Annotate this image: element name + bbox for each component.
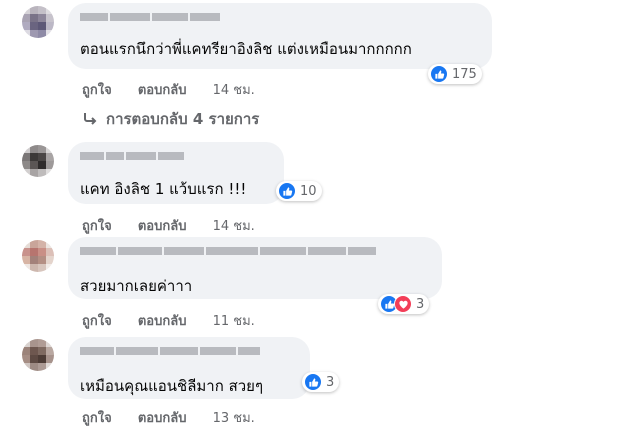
comment-time[interactable]: 14 ชม. bbox=[213, 219, 255, 234]
comment-bubble: ตอนแรกนึกว่าพี่แคทรียาอิงลิช แต่งเหมือนม… bbox=[68, 3, 492, 69]
avatar[interactable] bbox=[22, 6, 54, 38]
reaction-count: 3 bbox=[416, 296, 425, 312]
reaction-summary[interactable]: 3 bbox=[302, 372, 340, 392]
comment-actions: ถูกใจ ตอบกลับ 11 ชม. bbox=[82, 310, 277, 331]
comment-2: แคท อิงลิช 1 แว้บแรก !!! 10 ถูกใจ ตอบกลั… bbox=[0, 138, 624, 238]
reaction-summary[interactable]: 175 bbox=[428, 64, 482, 84]
reaction-count: 3 bbox=[326, 374, 335, 390]
comment-4: เหมือนคุณแอนชิลีมาก สวยๆ 3 ถูกใจ ตอบกลับ… bbox=[0, 333, 624, 433]
comment-1: ตอนแรกนึกว่าพี่แคทรียาอิงลิช แต่งเหมือนม… bbox=[0, 0, 624, 100]
blurred-author-name bbox=[80, 347, 262, 357]
like-button[interactable]: ถูกใจ bbox=[82, 411, 112, 426]
like-button[interactable]: ถูกใจ bbox=[82, 314, 112, 329]
comment-3: สวยมากเลยค่าาา 3 ถูกใจ ตอบกลับ 11 ชม. bbox=[0, 233, 624, 333]
comment-bubble: สวยมากเลยค่าาา bbox=[68, 237, 442, 299]
comment-actions: ถูกใจ ตอบกลับ 14 ชม. bbox=[82, 79, 277, 100]
reply-button[interactable]: ตอบกลับ bbox=[138, 219, 187, 234]
comment-text: แคท อิงลิช 1 แว้บแรก !!! bbox=[80, 180, 247, 198]
comment-text: ตอนแรกนึกว่าพี่แคทรียาอิงลิช แต่งเหมือนม… bbox=[80, 40, 412, 58]
reply-button[interactable]: ตอบกลับ bbox=[138, 83, 187, 98]
comment-text: เหมือนคุณแอนชิลีมาก สวยๆ bbox=[80, 377, 264, 395]
comment-actions: ถูกใจ ตอบกลับ 13 ชม. bbox=[82, 407, 277, 428]
thumbs-up-icon bbox=[304, 373, 322, 391]
blurred-author-name bbox=[80, 247, 378, 257]
comment-time[interactable]: 14 ชม. bbox=[213, 83, 255, 98]
avatar[interactable] bbox=[22, 145, 54, 177]
avatar[interactable] bbox=[22, 339, 54, 371]
like-button[interactable]: ถูกใจ bbox=[82, 219, 112, 234]
reply-button[interactable]: ตอบกลับ bbox=[138, 314, 187, 329]
reaction-count: 175 bbox=[452, 66, 477, 82]
view-replies-label: การตอบกลับ 4 รายการ bbox=[106, 110, 260, 128]
thumbs-up-icon bbox=[430, 65, 448, 83]
comment-text: สวยมากเลยค่าาา bbox=[80, 277, 193, 295]
heart-icon bbox=[394, 295, 412, 313]
reaction-summary[interactable]: 10 bbox=[276, 181, 322, 201]
reply-arrow-icon bbox=[84, 113, 97, 125]
reaction-summary[interactable]: 3 bbox=[378, 294, 430, 314]
avatar[interactable] bbox=[22, 240, 54, 272]
view-replies-link[interactable]: การตอบกลับ 4 รายการ bbox=[82, 107, 259, 131]
comment-bubble: เหมือนคุณแอนชิลีมาก สวยๆ bbox=[68, 337, 310, 399]
like-button[interactable]: ถูกใจ bbox=[82, 83, 112, 98]
comment-bubble: แคท อิงลิช 1 แว้บแรก !!! bbox=[68, 142, 284, 204]
comment-time[interactable]: 13 ชม. bbox=[213, 411, 255, 426]
reaction-count: 10 bbox=[300, 183, 317, 199]
reply-button[interactable]: ตอบกลับ bbox=[138, 411, 187, 426]
blurred-author-name bbox=[80, 13, 222, 23]
comment-time[interactable]: 11 ชม. bbox=[213, 314, 255, 329]
thumbs-up-icon bbox=[278, 182, 296, 200]
blurred-author-name bbox=[80, 152, 186, 162]
